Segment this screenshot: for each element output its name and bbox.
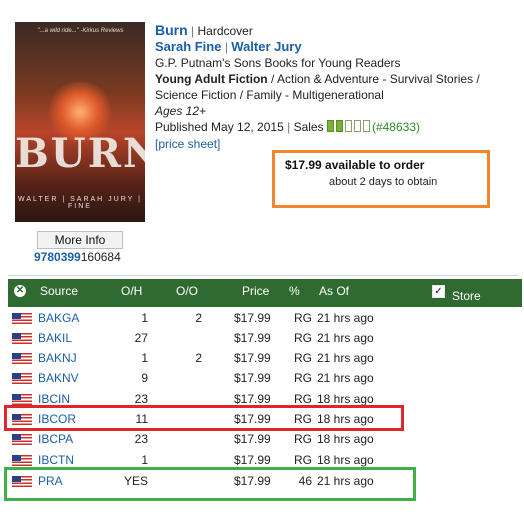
as-of-value: 21 hrs ago — [317, 351, 374, 365]
separator: | — [287, 120, 291, 134]
isbn-link[interactable]: 9780399 — [34, 250, 81, 264]
availability-price: $17.99 available to order — [285, 158, 425, 172]
price-value: $17.99 — [234, 311, 271, 325]
on-hand-value: 23 — [134, 432, 148, 446]
on-hand-value: 27 — [134, 331, 148, 345]
table-row: BAKNV 9 $17.99 RG 21 hrs ago — [8, 370, 428, 388]
author-link-1[interactable]: Sarah Fine — [155, 39, 221, 54]
category-main: Young Adult Fiction — [155, 72, 268, 86]
isbn-rest: 160684 — [80, 250, 121, 264]
on-hand-value: 1 — [141, 351, 148, 365]
percent-value: RG — [294, 432, 312, 446]
price-value: $17.99 — [234, 351, 271, 365]
sales-rank-link[interactable]: #48633 — [376, 120, 416, 134]
sales-rank-close: ) — [416, 120, 420, 134]
as-of-value: 21 hrs ago — [317, 371, 374, 385]
price-value: $17.99 — [234, 392, 271, 406]
us-flag-icon — [12, 394, 32, 405]
on-order-value: 2 — [195, 311, 202, 325]
source-link[interactable]: IBCTN — [38, 453, 74, 467]
table-row: BAKNJ 1 2 $17.99 RG 21 hrs ago — [8, 350, 428, 368]
sales-meter-segment — [326, 120, 334, 132]
source-link[interactable]: BAKNJ — [38, 351, 77, 365]
us-flag-icon — [12, 313, 32, 324]
source-link[interactable]: BAKIL — [38, 331, 72, 345]
sales-meter — [326, 120, 372, 136]
cover-authors: WALTER | SARAH JURY | FINE — [18, 196, 142, 210]
availability-days: about 2 days to obtain — [329, 176, 438, 188]
category-sub: / Action & Adventure - Survival Stories … — [267, 72, 480, 86]
us-flag-icon — [12, 434, 32, 445]
on-hand-value: 1 — [141, 453, 148, 467]
close-icon[interactable]: ✕ — [14, 285, 26, 297]
on-hand-value: 23 — [134, 392, 148, 406]
red-highlight-box — [4, 405, 404, 431]
header-pct[interactable]: % — [289, 284, 300, 298]
price-sheet-link[interactable]: [price sheet] — [155, 137, 220, 151]
on-hand-value: 1 — [141, 311, 148, 325]
percent-value: RG — [294, 371, 312, 385]
us-flag-icon — [12, 455, 32, 466]
source-link[interactable]: IBCIN — [38, 392, 70, 406]
percent-value: RG — [294, 331, 312, 345]
header-oh[interactable]: O/H — [121, 284, 142, 298]
cover-title: BURN — [15, 130, 145, 177]
source-link[interactable]: BAKNV — [38, 371, 79, 385]
header-asof[interactable]: As Of — [319, 284, 349, 298]
as-of-value: 21 hrs ago — [317, 331, 374, 345]
sales-meter-segment — [353, 120, 361, 132]
table-row: IBCPA 23 $17.99 RG 18 hrs ago — [8, 431, 428, 449]
header-price[interactable]: Price — [242, 284, 269, 298]
as-of-value: 18 hrs ago — [317, 392, 374, 406]
source-link[interactable]: BAKGA — [38, 311, 79, 325]
category-line2: Science Fiction / Family - Multigenerati… — [155, 88, 384, 102]
book-info: Burn | Hardcover Sarah Fine | Walter Jur… — [155, 22, 515, 152]
green-highlight-box — [4, 467, 416, 501]
percent-value: RG — [294, 311, 312, 325]
sales-meter-segment — [344, 120, 352, 132]
sales-meter-segment — [335, 120, 343, 132]
as-of-value: 21 hrs ago — [317, 311, 374, 325]
header-oo[interactable]: O/O — [176, 284, 198, 298]
table-row: BAKIL 27 $17.99 RG 21 hrs ago — [8, 330, 428, 348]
source-link[interactable]: IBCPA — [38, 432, 73, 446]
source-table-header: ✕ Source O/H O/O Price % As Of ✓ Store — [8, 279, 522, 307]
isbn: 9780399160684 — [34, 250, 121, 264]
as-of-value: 18 hrs ago — [317, 432, 374, 446]
percent-value: RG — [294, 392, 312, 406]
percent-value: RG — [294, 453, 312, 467]
book-format: Hardcover — [197, 24, 253, 38]
price-value: $17.99 — [234, 331, 271, 345]
separator: | — [191, 24, 195, 38]
percent-value: RG — [294, 351, 312, 365]
book-cover-image[interactable]: "...a wild ride..." -Kirkus Reviews BURN… — [15, 22, 145, 222]
author-link-2[interactable]: Walter Jury — [231, 39, 301, 54]
us-flag-icon — [12, 333, 32, 344]
more-info-button[interactable]: More Info — [37, 231, 123, 249]
price-value: $17.99 — [234, 453, 271, 467]
sales-label: Sales — [293, 120, 324, 134]
cover-quote: "...a wild ride..." -Kirkus Reviews — [37, 28, 124, 34]
price-value: $17.99 — [234, 432, 271, 446]
sales-meter-segment — [362, 120, 370, 132]
us-flag-icon — [12, 373, 32, 384]
header-source[interactable]: Source — [40, 284, 78, 298]
as-of-value: 18 hrs ago — [317, 453, 374, 467]
publisher: G.P. Putnam's Sons Books for Young Reade… — [155, 56, 401, 70]
published-date: Published May 12, 2015 — [155, 120, 284, 134]
book-title[interactable]: Burn — [155, 22, 188, 38]
store-checkbox[interactable]: ✓ — [432, 285, 445, 298]
ages: Ages 12+ — [155, 104, 207, 118]
table-row: BAKGA 1 2 $17.99 RG 21 hrs ago — [8, 310, 428, 328]
divider — [8, 275, 518, 276]
on-order-value: 2 — [195, 351, 202, 365]
us-flag-icon — [12, 353, 32, 364]
on-hand-value: 9 — [141, 371, 148, 385]
header-store: Store — [452, 289, 481, 303]
separator: | — [224, 40, 228, 54]
price-value: $17.99 — [234, 371, 271, 385]
